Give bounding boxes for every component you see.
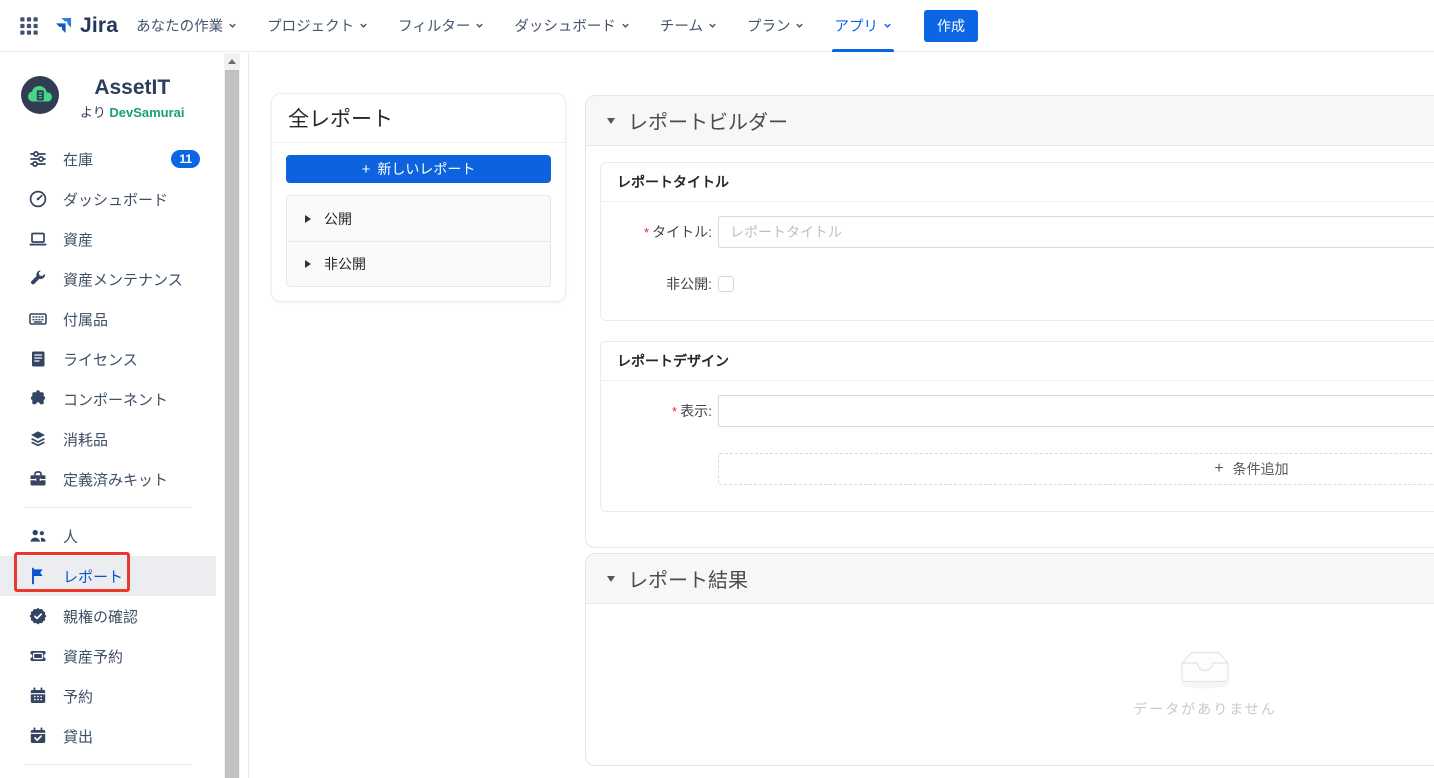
gauge-icon: [28, 189, 48, 209]
calendar-check-icon: [28, 726, 48, 746]
keyboard-icon: [28, 309, 48, 329]
display-field-label: *表示:: [601, 401, 718, 421]
wrench-icon: [28, 269, 48, 289]
sidebar-item-asset-reservation[interactable]: 資産予約: [0, 636, 216, 676]
caret-right-icon: [305, 260, 311, 268]
private-field-label: 非公開:: [601, 274, 718, 294]
sidebar-item-checkouts[interactable]: 貸出: [0, 716, 216, 756]
laptop-icon: [28, 229, 48, 249]
arrow-up-icon: [228, 59, 236, 64]
sidebar-scrollbar[interactable]: [224, 53, 240, 778]
chevron-down-icon: [359, 21, 368, 30]
sidebar-item-predefined-kits[interactable]: 定義済みキット: [0, 459, 216, 499]
report-builder-header[interactable]: レポートビルダー: [586, 96, 1434, 146]
nav-item-dashboards[interactable]: ダッシュボード: [514, 0, 630, 52]
sidebar-item-people[interactable]: 人: [0, 516, 216, 556]
jira-logo[interactable]: Jira: [50, 13, 118, 39]
empty-state: データがありません: [586, 604, 1434, 762]
calendar-icon: [28, 686, 48, 706]
main-content: 全レポート + 新しいレポート 公開 非公開 レポートビルダー: [248, 53, 1434, 778]
sidebar-item-accessories[interactable]: 付属品: [0, 299, 216, 339]
sidebar-item-components[interactable]: コンポーネント: [0, 379, 216, 419]
chevron-down-icon: [708, 21, 717, 30]
sidebar-item-reports[interactable]: レポート: [0, 556, 216, 596]
assetit-sidebar: AssetIT より DevSamurai 在庫 11 ダッシュボード 資産: [0, 53, 216, 778]
badge-check-icon: [28, 606, 48, 626]
sidebar-item-dashboard[interactable]: ダッシュボード: [0, 179, 216, 219]
plus-icon: +: [362, 162, 371, 177]
sidebar-item-bookings[interactable]: 予約: [0, 676, 216, 716]
people-icon: [28, 526, 48, 546]
empty-inbox-icon: [1172, 648, 1238, 690]
report-results-header[interactable]: レポート結果: [586, 554, 1434, 604]
report-title-input[interactable]: [718, 216, 1434, 248]
nav-item-plans[interactable]: プラン: [747, 0, 805, 52]
private-checkbox[interactable]: [718, 276, 734, 292]
report-builder-panel: レポートビルダー レポートタイトル *タイトル: 非公開: レポートデザイン: [585, 95, 1434, 548]
chevron-down-icon: [795, 21, 804, 30]
vendor-name: DevSamurai: [109, 105, 184, 120]
nav-item-your-work[interactable]: あなたの作業: [136, 0, 237, 52]
inventory-count-badge: 11: [171, 150, 200, 168]
required-asterisk: *: [672, 404, 677, 419]
group-row-public[interactable]: 公開: [287, 196, 550, 241]
sidebar-item-asset-maintenance[interactable]: 資産メンテナンス: [0, 259, 216, 299]
report-builder-title: レポートビルダー: [628, 106, 788, 135]
empty-state-text: データがありません: [1133, 699, 1277, 719]
display-select[interactable]: [718, 395, 1434, 427]
sidebar-menu: 在庫 11 ダッシュボード 資産 資産メンテナンス 付属品: [0, 139, 216, 765]
report-title-heading: レポートタイトル: [601, 163, 1434, 202]
caret-down-icon: [607, 576, 615, 582]
top-navigation: Jira あなたの作業 プロジェクト フィルター ダッシュボード チーム プラン…: [0, 0, 1434, 52]
create-button[interactable]: 作成: [924, 10, 978, 42]
ticket-icon: [28, 646, 48, 666]
assetit-brand: AssetIT より DevSamurai: [0, 53, 216, 135]
app-switcher-grid-icon[interactable]: [14, 10, 44, 42]
all-reports-title: 全レポート: [272, 94, 565, 143]
license-icon: [28, 349, 48, 369]
caret-right-icon: [305, 215, 311, 223]
toolbox-icon: [28, 469, 48, 489]
sidebar-item-inventory[interactable]: 在庫 11: [0, 139, 216, 179]
chevron-down-icon: [621, 21, 630, 30]
required-asterisk: *: [644, 225, 649, 240]
report-results-panel: レポート結果 データがありません: [585, 553, 1434, 766]
sidebar-divider: [24, 507, 192, 508]
sliders-icon: [28, 149, 48, 169]
plus-icon: +: [1214, 461, 1223, 477]
sidebar-item-custody-check[interactable]: 親権の確認: [0, 596, 216, 636]
report-design-heading: レポートデザイン: [601, 342, 1434, 381]
add-condition-button[interactable]: + 条件追加: [718, 453, 1434, 485]
all-reports-card: 全レポート + 新しいレポート 公開 非公開: [271, 93, 566, 302]
app-name: AssetIT: [94, 75, 170, 101]
flag-icon: [28, 566, 48, 586]
assetit-logo-icon: [20, 75, 60, 115]
report-results-title: レポート結果: [628, 564, 748, 593]
jira-brand-text: Jira: [80, 14, 118, 38]
nav-item-projects[interactable]: プロジェクト: [267, 0, 368, 52]
layers-icon: [28, 429, 48, 449]
caret-down-icon: [607, 118, 615, 124]
chevron-down-icon: [228, 21, 237, 30]
nav-item-teams[interactable]: チーム: [660, 0, 717, 52]
sidebar-divider: [24, 764, 192, 765]
puzzle-icon: [28, 389, 48, 409]
report-design-card: レポートデザイン *表示: + 条件追加: [600, 341, 1434, 512]
chevron-down-icon: [475, 21, 484, 30]
jira-mark-icon: [50, 13, 76, 39]
sidebar-item-licenses[interactable]: ライセンス: [0, 339, 216, 379]
chevron-down-icon: [883, 21, 892, 30]
scrollbar-thumb[interactable]: [225, 70, 239, 778]
scrollbar-up-button[interactable]: [224, 53, 240, 70]
new-report-button[interactable]: + 新しいレポート: [286, 155, 551, 183]
sidebar-item-consumables[interactable]: 消耗品: [0, 419, 216, 459]
nav-item-filters[interactable]: フィルター: [398, 0, 484, 52]
nav-item-apps[interactable]: アプリ: [834, 0, 892, 52]
title-field-label: *タイトル:: [601, 222, 718, 242]
sidebar-item-assets[interactable]: 資産: [0, 219, 216, 259]
report-title-card: レポートタイトル *タイトル: 非公開:: [600, 162, 1434, 321]
app-byline: より DevSamurai: [80, 102, 185, 121]
group-row-private[interactable]: 非公開: [287, 241, 550, 286]
report-groups: 公開 非公開: [286, 195, 551, 287]
